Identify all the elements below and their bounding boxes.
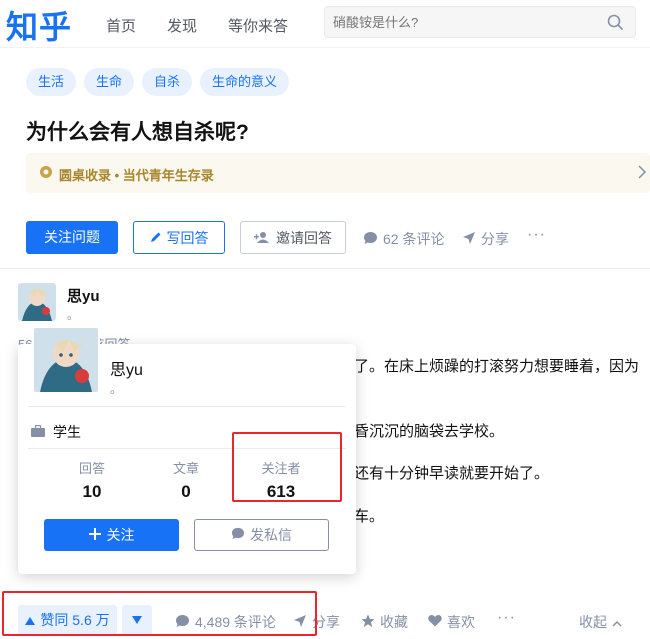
collapse-label: 收起 xyxy=(579,614,607,630)
follow-question-button[interactable]: 关注问题 xyxy=(26,221,118,254)
nav-waiting-answers[interactable]: 等你来答 xyxy=(228,15,288,36)
card-avatar[interactable] xyxy=(32,326,100,394)
question-comments-label: 62 条评论 xyxy=(383,231,445,247)
send-message-label: 发私信 xyxy=(250,527,292,543)
search-icon[interactable] xyxy=(607,14,623,35)
roundtable-icon xyxy=(39,165,53,184)
pencil-icon xyxy=(150,230,162,246)
author-name[interactable]: 思yu xyxy=(67,285,100,306)
collect-label: 收藏 xyxy=(380,614,408,630)
stat-value: 10 xyxy=(82,482,102,501)
highlight-box-followers xyxy=(232,432,342,502)
follow-user-label: 关注 xyxy=(106,527,135,543)
follow-user-button[interactable]: 关注 xyxy=(44,519,179,551)
answer-more-button[interactable]: ··· xyxy=(497,609,516,627)
comment-icon xyxy=(363,231,378,248)
roundtable-banner[interactable]: 圆桌收录 • 当代青年生存录 xyxy=(26,153,650,193)
roundtable-label: 圆桌收录 • 当代青年生存录 xyxy=(59,168,214,183)
card-divider xyxy=(28,406,346,407)
zhihu-logo[interactable]: 知乎 xyxy=(6,2,72,48)
question-share-label: 分享 xyxy=(481,231,509,247)
write-answer-label: 写回答 xyxy=(166,229,209,246)
topic-tag[interactable]: 生命 xyxy=(84,68,135,96)
search-input[interactable] xyxy=(333,7,593,37)
chevron-up-icon xyxy=(612,614,622,630)
like-label: 喜欢 xyxy=(447,614,475,630)
question-share-button[interactable]: 分享 xyxy=(462,229,509,249)
question-title[interactable]: 为什么会有人想自杀呢? xyxy=(26,116,249,146)
stat-label: 回答 xyxy=(78,461,105,476)
topic-tag[interactable]: 生命的意义 xyxy=(200,68,290,96)
collapse-button[interactable]: 收起 xyxy=(579,612,622,632)
card-author-headline: 。 xyxy=(110,382,123,396)
topic-tags: 生活 生命 自杀 生命的意义 xyxy=(26,68,290,96)
invite-answer-label: 邀请回答 xyxy=(276,229,332,246)
nav-home[interactable]: 首页 xyxy=(106,15,136,36)
question-comments-button[interactable]: 62 条评论 xyxy=(363,229,444,249)
nav-discover[interactable]: 发现 xyxy=(167,15,197,36)
invite-answer-button[interactable]: 邀请回答 xyxy=(240,221,346,254)
star-icon xyxy=(361,614,375,631)
stat-answers[interactable]: 回答 10 xyxy=(52,458,132,502)
answer-paragraph: 昏沉沉的脑袋去学校。 xyxy=(354,423,505,440)
share-icon xyxy=(462,231,476,248)
card-occupation: 学生 xyxy=(31,422,81,442)
briefcase-icon xyxy=(31,424,45,440)
send-message-button[interactable]: 发私信 xyxy=(194,519,329,551)
answer-paragraph: 还有十分钟早读就要开始了。 xyxy=(354,465,550,482)
answer-paragraph: 车。 xyxy=(354,508,385,525)
search-box[interactable] xyxy=(324,6,636,38)
stat-value: 0 xyxy=(181,482,191,501)
stat-articles[interactable]: 文章 0 xyxy=(146,458,226,502)
author-avatar[interactable] xyxy=(18,283,56,321)
topic-tag[interactable]: 生活 xyxy=(26,68,77,96)
highlight-box-upvotes xyxy=(2,591,317,636)
top-header: 知乎 首页 发现 等你来答 xyxy=(0,0,650,48)
add-user-icon xyxy=(254,230,270,246)
card-author-name[interactable]: 思yu xyxy=(110,356,143,380)
answer-paragraph: 了。在床上烦躁的打滚努力想要睡着，因为 xyxy=(354,358,640,375)
like-button[interactable]: 喜欢 xyxy=(428,612,475,632)
author-headline: 。 xyxy=(67,308,80,322)
heart-icon xyxy=(428,614,442,630)
collect-button[interactable]: 收藏 xyxy=(361,612,408,632)
stat-label: 文章 xyxy=(172,461,199,476)
topic-tag[interactable]: 自杀 xyxy=(142,68,193,96)
message-icon xyxy=(231,527,245,543)
question-more-button[interactable]: ··· xyxy=(527,226,546,244)
chevron-right-icon xyxy=(637,164,647,185)
plus-icon xyxy=(88,527,101,543)
card-occupation-label: 学生 xyxy=(53,424,81,440)
write-answer-button[interactable]: 写回答 xyxy=(133,221,225,254)
section-divider xyxy=(0,268,650,278)
